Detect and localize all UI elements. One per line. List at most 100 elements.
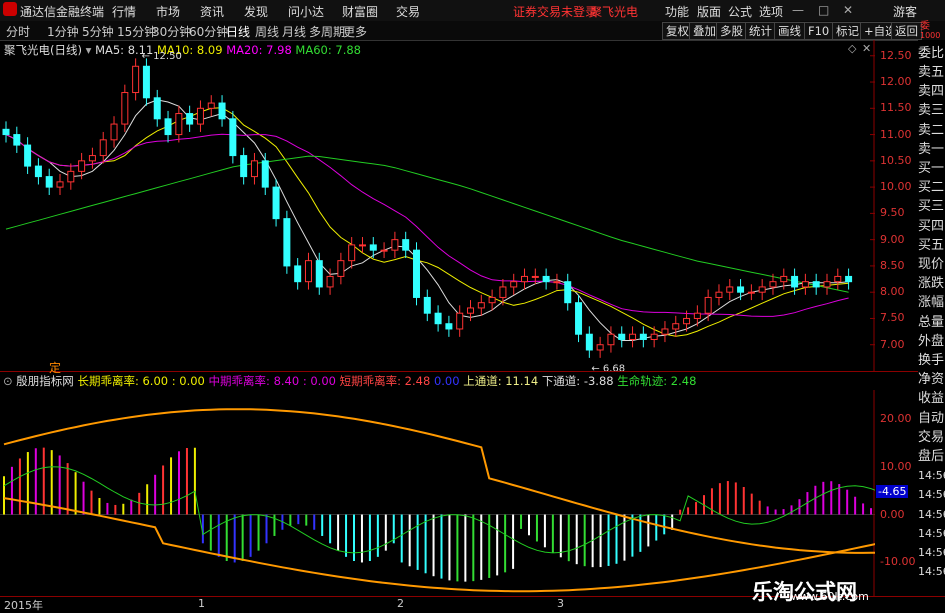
- side-item[interactable]: 买二: [918, 178, 945, 197]
- x-label-feb: 2: [397, 597, 404, 610]
- candle: [250, 160, 258, 178]
- side-item[interactable]: 14:56: [918, 466, 945, 485]
- tab-60min[interactable]: 60分钟: [189, 23, 228, 40]
- side-item[interactable]: 14:56: [918, 505, 945, 524]
- candle: [34, 165, 42, 178]
- price-tick: 9.50: [880, 206, 905, 220]
- side-item[interactable]: 净资: [918, 370, 945, 389]
- candle: [585, 333, 593, 351]
- side-item[interactable]: 14:56: [918, 485, 945, 504]
- price-tick: 12.50: [880, 48, 912, 62]
- login-status[interactable]: 证券交易未登录: [513, 3, 597, 20]
- price-tick: 8.00: [880, 285, 905, 299]
- statistics-button[interactable]: 统计: [745, 22, 776, 40]
- menu-item-news[interactable]: 资讯: [200, 3, 224, 20]
- side-item[interactable]: 涨跌: [918, 274, 945, 293]
- multi-stock-button[interactable]: 多股: [716, 22, 747, 40]
- candle: [391, 239, 399, 251]
- candle: [294, 265, 302, 283]
- candle: [445, 323, 453, 330]
- side-item[interactable]: 总量: [918, 313, 945, 332]
- candle: [834, 275, 842, 283]
- side-item[interactable]: 卖一: [918, 140, 945, 159]
- price-tick: 10.50: [880, 153, 912, 167]
- draw-line-button[interactable]: 画线: [774, 22, 805, 40]
- tab-30min[interactable]: 30分钟: [152, 23, 191, 40]
- tab-weekly[interactable]: 周线: [255, 23, 279, 40]
- price-chart[interactable]: ← 12.50 ← 6.68: [0, 40, 875, 371]
- upper-channel-label: 上通道: 11.14: [463, 374, 539, 388]
- menu-item-options[interactable]: 选项: [759, 3, 783, 20]
- side-label-ratio[interactable]: 委比: [918, 44, 945, 63]
- candle: [639, 333, 647, 340]
- side-item[interactable]: 卖三: [918, 101, 945, 120]
- side-item[interactable]: 交易: [918, 428, 945, 447]
- guest-label[interactable]: 游客: [893, 3, 917, 20]
- side-item[interactable]: 现价: [918, 255, 945, 274]
- side-item[interactable]: 买一: [918, 159, 945, 178]
- tab-monthly[interactable]: 月线: [282, 23, 306, 40]
- price-tick: 10.00: [880, 180, 912, 194]
- price-tick: 7.00: [880, 337, 905, 351]
- tab-15min[interactable]: 15分钟: [117, 23, 156, 40]
- menu-item-trade[interactable]: 交易: [396, 3, 420, 20]
- menu-item-formula[interactable]: 公式: [728, 3, 752, 20]
- right-side-panel: 委比 卖五 卖四 卖三 卖二 卖一 买一 买二 买三 买四 买五 现价 涨跌 涨幅 总量 外盘 换手 净资 收益自…: [918, 40, 945, 596]
- tab-more[interactable]: 更多: [343, 23, 367, 40]
- side-item[interactable]: 收益: [918, 389, 945, 408]
- indicator-chart[interactable]: [0, 390, 875, 596]
- side-item[interactable]: 盘后: [918, 447, 945, 466]
- tab-timeshare[interactable]: 分时: [6, 23, 30, 40]
- tab-daily[interactable]: 日线: [226, 23, 250, 40]
- candle: [196, 107, 204, 125]
- menu-item-markets[interactable]: 市场: [156, 3, 180, 20]
- side-item[interactable]: 卖二: [918, 121, 945, 140]
- menu-item-wealth[interactable]: 财富圈: [342, 3, 378, 20]
- candle: [510, 281, 518, 288]
- tab-1min[interactable]: 1分钟: [47, 23, 79, 40]
- mid-bias-label: 中期乖离率: 8.40 : 0.00: [208, 374, 336, 388]
- candle: [402, 239, 410, 251]
- mark-button[interactable]: 标记: [832, 22, 863, 40]
- price-tick: 11.00: [880, 127, 912, 141]
- candle: [661, 328, 669, 335]
- menu-item-function[interactable]: 功能: [665, 3, 689, 20]
- f10-button[interactable]: F10: [804, 22, 834, 40]
- side-item[interactable]: 14:56: [918, 543, 945, 562]
- tab-5min[interactable]: 5分钟: [82, 23, 114, 40]
- candle: [304, 260, 312, 283]
- indicator-tick: 20.00: [880, 411, 912, 425]
- maximize-icon[interactable]: □: [818, 3, 829, 17]
- side-item[interactable]: 卖五: [918, 63, 945, 82]
- side-item[interactable]: 14:56: [918, 562, 945, 581]
- candle: [769, 281, 777, 288]
- side-item[interactable]: 涨幅: [918, 293, 945, 312]
- side-item[interactable]: 买四: [918, 217, 945, 236]
- candle: [380, 249, 388, 252]
- menu-item-discover[interactable]: 发现: [244, 3, 268, 20]
- candle: [78, 160, 86, 172]
- candle: [283, 218, 291, 267]
- candle: [2, 128, 10, 136]
- side-item[interactable]: 外盘: [918, 332, 945, 351]
- panel-divider: [0, 371, 945, 372]
- close-icon[interactable]: ✕: [843, 3, 853, 17]
- minimize-icon[interactable]: —: [792, 3, 804, 17]
- settings-icon[interactable]: ⊙: [3, 374, 13, 388]
- menu-item-market[interactable]: 行情: [112, 3, 136, 20]
- side-item[interactable]: 买五: [918, 236, 945, 255]
- candle: [369, 244, 377, 251]
- back-button[interactable]: 返回: [891, 22, 922, 40]
- candle: [704, 296, 712, 314]
- side-item[interactable]: 14:56: [918, 524, 945, 543]
- side-item[interactable]: 换手: [918, 351, 945, 370]
- tab-multi-period[interactable]: 多周期: [309, 23, 345, 40]
- menu-item-layout[interactable]: 版面: [697, 3, 721, 20]
- indicator-tick: 0.00: [880, 507, 905, 521]
- candle: [121, 92, 129, 125]
- side-item[interactable]: 卖四: [918, 82, 945, 101]
- side-item[interactable]: 买三: [918, 197, 945, 216]
- side-item[interactable]: 自动: [918, 409, 945, 428]
- candle: [24, 144, 32, 167]
- menu-item-ask[interactable]: 问小达: [288, 3, 324, 20]
